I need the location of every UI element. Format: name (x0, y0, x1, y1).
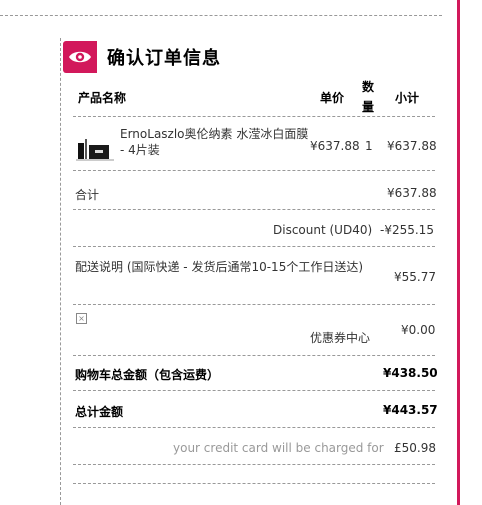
column-header-qty-line1: 数 (362, 80, 375, 94)
order-header: 确认订单信息 (63, 40, 221, 74)
page-title: 确认订单信息 (107, 48, 221, 69)
row-divider (73, 464, 435, 465)
unit-price-value: ¥637.88 (310, 139, 360, 153)
accent-border (457, 0, 460, 505)
row-divider (73, 390, 435, 391)
column-header-subtotal: 小计 (395, 91, 420, 105)
discount-value: -¥255.15 (380, 223, 434, 237)
row-divider (73, 209, 435, 210)
subtotal-value: ¥637.88 (387, 139, 437, 153)
grand-total-label: 总计金额 (75, 405, 124, 419)
row-divider (73, 170, 435, 171)
column-header-product: 产品名称 (78, 91, 127, 105)
charged-label: your credit card will be charged for (173, 441, 384, 455)
column-header-unit-price: 单价 (320, 91, 345, 105)
row-divider (73, 304, 435, 305)
cart-total-value: ¥438.50 (383, 366, 438, 380)
total-label: 合计 (75, 188, 100, 202)
cart-total-label: 购物车总金额（包含运费） (75, 368, 220, 382)
row-divider (73, 246, 435, 247)
discount-label: Discount (UD40) (273, 223, 373, 237)
shipping-value: ¥55.77 (394, 270, 436, 284)
coupon-image-icon[interactable]: × (76, 313, 87, 324)
product-thumbnail[interactable] (76, 133, 114, 163)
top-divider (0, 15, 442, 16)
row-divider (73, 116, 435, 117)
shipping-description: 配送说明 (国际快递 - 发货后通常10-15个工作日送达) (75, 260, 364, 274)
row-divider (73, 355, 435, 356)
eye-icon (63, 41, 97, 73)
product-name-link[interactable]: ErnoLaszlo奥伦纳素 水滢冰白面膜 - 4片装 (120, 126, 312, 158)
grand-total-value: ¥443.57 (383, 403, 438, 417)
left-divider (60, 38, 61, 505)
charged-value: £50.98 (394, 441, 436, 455)
coupon-center-link[interactable]: 优惠券中心 (310, 329, 370, 346)
row-divider (73, 483, 435, 484)
column-header-qty-line2: 量 (362, 100, 375, 114)
total-value: ¥637.88 (387, 186, 437, 200)
quantity-value: 1 (365, 139, 373, 153)
coupon-value: ¥0.00 (401, 323, 436, 337)
row-divider (73, 427, 435, 428)
